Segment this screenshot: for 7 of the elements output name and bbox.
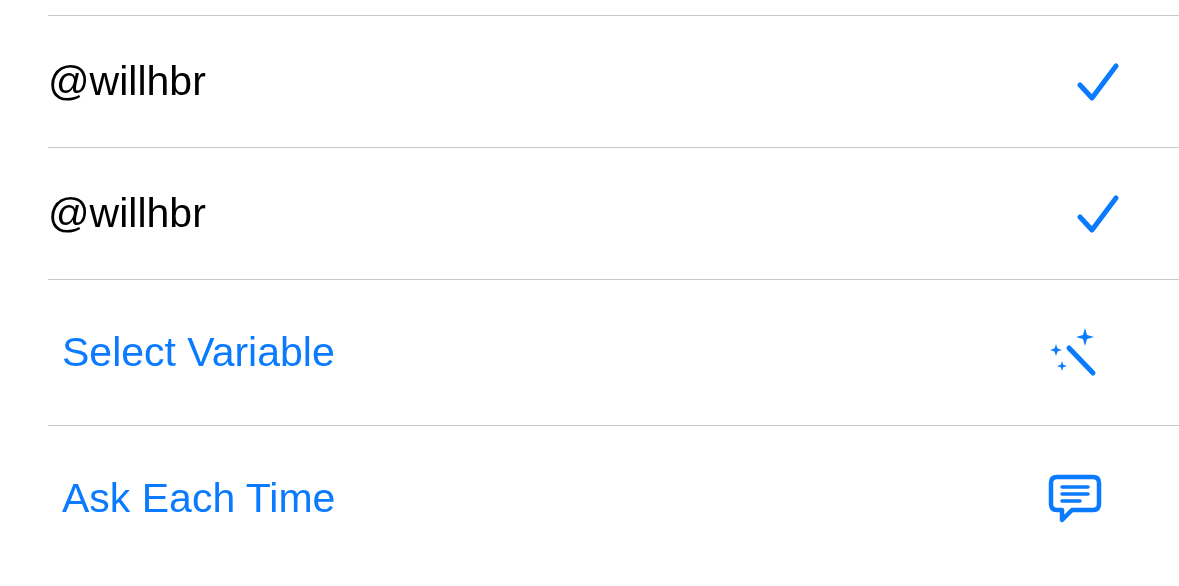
select-variable-link[interactable]: Select Variable bbox=[62, 329, 335, 376]
option-label[interactable]: @willhbr bbox=[48, 58, 206, 105]
ask-each-time-link[interactable]: Ask Each Time bbox=[62, 475, 336, 522]
checkmark-icon bbox=[1077, 193, 1119, 234]
checkmark-icon bbox=[1077, 61, 1119, 102]
message-icon bbox=[1048, 473, 1102, 524]
option-label[interactable]: @willhbr bbox=[48, 190, 206, 237]
